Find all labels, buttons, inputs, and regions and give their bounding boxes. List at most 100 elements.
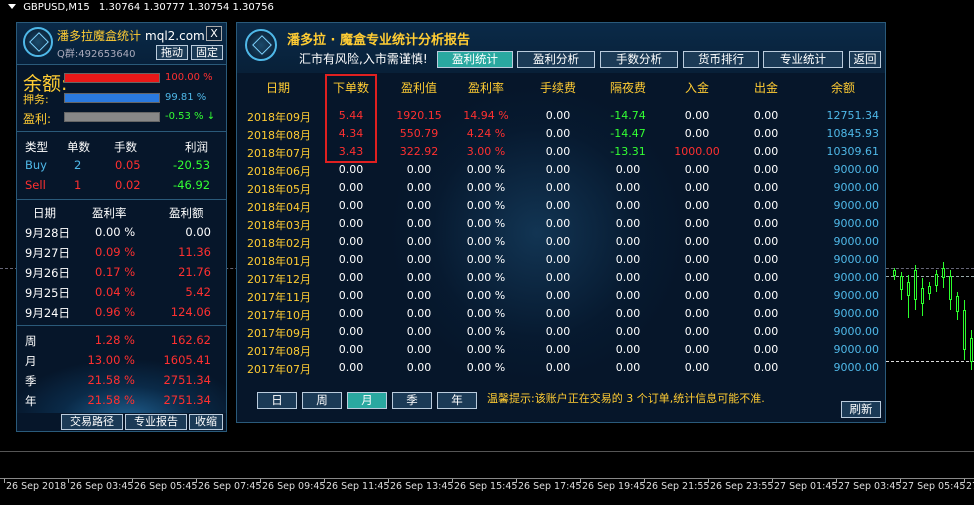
- period-button-4[interactable]: 年: [437, 392, 477, 409]
- candle-body: [970, 338, 973, 362]
- day-amount-header: 盈利额: [169, 206, 204, 220]
- tab-3[interactable]: 货币排行: [683, 51, 759, 68]
- cell: 0.00: [684, 325, 710, 338]
- candle-body: [914, 270, 917, 300]
- period-button-3[interactable]: 季: [392, 392, 432, 409]
- trade-path-button[interactable]: 交易路径: [61, 414, 123, 430]
- tab-4[interactable]: 专业统计: [763, 51, 843, 68]
- cell: 0.00: [753, 361, 779, 374]
- period-amount: 1605.41: [163, 353, 211, 367]
- buy-profit: -20.53: [173, 158, 211, 172]
- cell: 2017年08月: [247, 345, 311, 358]
- col-header-6: 入金: [684, 81, 709, 95]
- time-label: 26 Sep 11:45: [326, 481, 390, 492]
- cell: 0.00: [615, 217, 641, 230]
- profit-header: 利润: [185, 140, 208, 154]
- time-label: 27 Sep 03:45: [838, 481, 902, 492]
- chart-menu-icon[interactable]: [8, 4, 16, 9]
- cell: 2017年12月: [247, 273, 311, 286]
- pro-report-button[interactable]: 专业报告: [125, 414, 187, 430]
- pin-button[interactable]: 固定: [191, 45, 223, 60]
- stats-report-panel: 潘多拉 · 魔盒专业统计分析报告 汇市有风险,入市需谨慎! 盈利统计 盈利分析 手数…: [236, 22, 886, 423]
- time-tick: [388, 479, 389, 483]
- period-label: 季: [25, 374, 37, 388]
- time-tick: [452, 479, 453, 483]
- cell: 0.00: [753, 235, 779, 248]
- cell: 0.00: [338, 253, 364, 266]
- time-label: 26 Sep 09:45: [262, 481, 326, 492]
- period-button-1[interactable]: 周: [302, 392, 342, 409]
- cell: 0.00 %: [466, 217, 506, 230]
- day-amount: 5.42: [185, 285, 211, 299]
- cell: 10309.61: [826, 145, 880, 158]
- close-button[interactable]: X: [206, 26, 222, 41]
- table-row: 2018年01月 0.00 0.00 0.00 % 0.00 0.00 0.00 0.00 90…: [237, 251, 885, 269]
- buy-lots: 0.05: [115, 158, 141, 172]
- cell: 0.00: [615, 181, 641, 194]
- cell: 0.00: [338, 163, 364, 176]
- cell: 0.00: [338, 325, 364, 338]
- tab-1[interactable]: 盈利分析: [517, 51, 595, 68]
- lots-header: 手数: [114, 140, 137, 154]
- col-header-5: 隔夜费: [609, 81, 646, 95]
- day-date: 9月28日: [25, 226, 70, 240]
- cell: 2017年09月: [247, 327, 311, 340]
- balance-bar: [64, 73, 160, 83]
- cell: 0.00: [545, 289, 571, 302]
- divider: [17, 131, 226, 132]
- cell: 2017年07月: [247, 363, 311, 376]
- cell: 1920.15: [396, 109, 442, 122]
- collapse-button[interactable]: 收缩: [189, 414, 223, 430]
- cell: 0.00: [615, 271, 641, 284]
- tab-2[interactable]: 手数分析: [600, 51, 678, 68]
- time-tick: [196, 479, 197, 483]
- report-title: 潘多拉 · 魔盒专业统计分析报告: [287, 33, 470, 48]
- period-button-2[interactable]: 月: [347, 392, 387, 409]
- time-label: 26 Sep 19:45: [582, 481, 646, 492]
- cell: 0.00: [545, 343, 571, 356]
- table-row: 2018年03月 0.00 0.00 0.00 % 0.00 0.00 0.00 0.00 90…: [237, 215, 885, 233]
- refresh-button[interactable]: 刷新: [841, 401, 881, 418]
- cell: 0.00 %: [466, 361, 506, 374]
- drag-button[interactable]: 拖动: [156, 45, 188, 60]
- time-tick: [836, 479, 837, 483]
- cell: 10845.93: [826, 127, 880, 140]
- margin-label: 押务:: [23, 93, 49, 106]
- cell: 0.00: [406, 163, 432, 176]
- day-date: 9月26日: [25, 266, 70, 280]
- day-date: 9月25日: [25, 286, 70, 300]
- cell: 0.00: [545, 127, 571, 140]
- tab-0[interactable]: 盈利统计: [437, 51, 513, 68]
- cell: 2018年09月: [247, 111, 311, 124]
- period-button-0[interactable]: 日: [257, 392, 297, 409]
- cell: 9000.00: [833, 325, 880, 338]
- cell: 0.00: [338, 199, 364, 212]
- cell: 9000.00: [833, 307, 880, 320]
- cell: 0.00: [615, 235, 641, 248]
- time-label: 26 Sep 23:55: [710, 481, 774, 492]
- cell: 2018年04月: [247, 201, 311, 214]
- cell: 0.00: [753, 145, 779, 158]
- cell: 0.00: [684, 289, 710, 302]
- mini-title-text: 潘多拉魔盒统计: [57, 29, 142, 43]
- cell: 2018年05月: [247, 183, 311, 196]
- cell: 0.00 %: [466, 253, 506, 266]
- cell: 9000.00: [833, 343, 880, 356]
- tab-5[interactable]: 返回: [849, 51, 881, 68]
- table-row: 2018年02月 0.00 0.00 0.00 % 0.00 0.00 0.00 0.00 90…: [237, 233, 885, 251]
- chart-symbol: GBPUSD,M15: [23, 2, 90, 13]
- time-label: 27 Sep: [966, 481, 974, 492]
- time-tick: [516, 479, 517, 483]
- period-label: 年: [25, 394, 37, 408]
- table-row: 2017年09月 0.00 0.00 0.00 % 0.00 0.00 0.00 0.00 90…: [237, 323, 885, 341]
- day-rate-header: 盈利率: [92, 206, 127, 220]
- time-label: 27 Sep 05:45: [902, 481, 966, 492]
- cell: 3.00 %: [466, 145, 506, 158]
- notice-text: 温馨提示:该账户正在交易的 3 个订单,统计信息可能不准.: [487, 392, 765, 405]
- cell: 0.00 %: [466, 235, 506, 248]
- cell: 0.00: [545, 271, 571, 284]
- time-label: 26 Sep 15:45: [454, 481, 518, 492]
- cell: 0.00: [406, 199, 432, 212]
- cell: 0.00: [615, 325, 641, 338]
- day-rate: 0.04 %: [95, 285, 136, 299]
